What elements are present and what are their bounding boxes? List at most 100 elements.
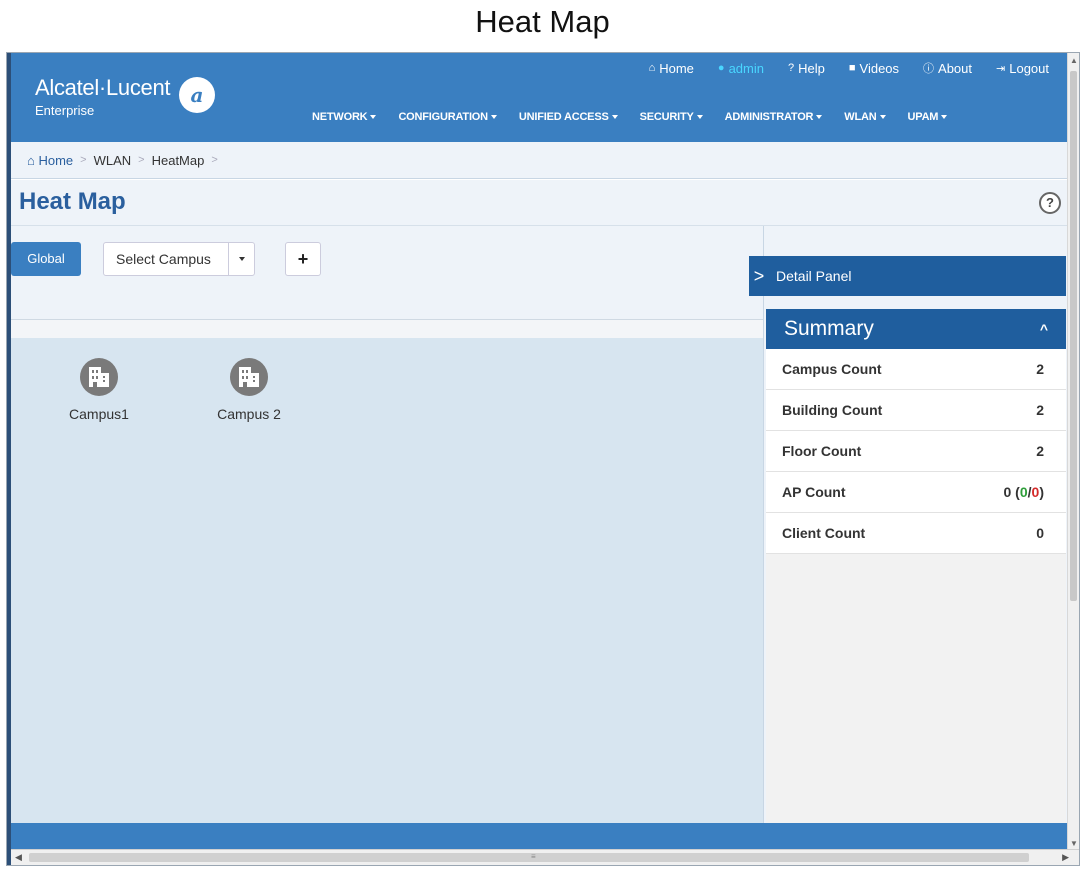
brand[interactable]: Alcatel·Lucent Enterprise (35, 75, 171, 118)
summary-row-client-count: Client Count 0 (766, 513, 1066, 554)
dropdown-toggle[interactable] (228, 243, 254, 275)
global-button[interactable]: Global (11, 242, 81, 276)
top-link-label: About (938, 60, 973, 76)
breadcrumb-separator: > (80, 154, 87, 166)
chevron-up-icon[interactable]: ^ (1040, 321, 1048, 337)
ap-down-count: 0 (1031, 484, 1040, 500)
scroll-down-icon[interactable]: ▼ (1070, 839, 1078, 848)
summary-label: Client Count (782, 525, 866, 541)
summary-section: Summary ^ Campus Count 2 Building Count … (766, 309, 1066, 823)
summary-row-building-count: Building Count 2 (766, 390, 1066, 431)
building-icon (230, 358, 268, 396)
nav-label: ADMINISTRATOR (724, 111, 814, 123)
nav-upam[interactable]: UPAM (897, 111, 959, 123)
breadcrumb-item-wlan[interactable]: WLAN (94, 153, 132, 168)
caret-down-icon (696, 115, 703, 120)
scroll-up-icon[interactable]: ▲ (1070, 56, 1078, 65)
horizontal-scrollbar[interactable]: ◀ ≡ ▶ (11, 849, 1079, 865)
top-link-label: admin (728, 60, 764, 76)
summary-row-floor-count: Floor Count 2 (766, 431, 1066, 472)
summary-label: Campus Count (782, 361, 882, 377)
top-link-label: Home (659, 60, 694, 76)
top-link-help[interactable]: ? Help (776, 60, 837, 76)
toolbar-divider (11, 320, 763, 338)
breadcrumb: ⌂ Home > WLAN > HeatMap > (11, 142, 1069, 179)
logout-icon: ⇥ (996, 62, 1006, 75)
nav-label: NETWORK (312, 111, 368, 123)
summary-label: Building Count (782, 402, 883, 418)
nav-configuration[interactable]: CONFIGURATION (387, 111, 507, 123)
caret-down-icon (490, 115, 497, 120)
info-icon: ⓘ (923, 63, 935, 75)
summary-label: Floor Count (782, 443, 862, 459)
add-campus-button[interactable]: + (285, 242, 321, 276)
video-icon: ■ (848, 62, 856, 74)
top-links: ⌂ Home ● admin ? Help ■ Videos ⓘ About ⇥… (637, 60, 1061, 76)
campus-item[interactable]: Campus 2 (189, 358, 309, 422)
brand-logo-icon: a (179, 77, 215, 113)
title-row: Heat Map ? (11, 180, 1069, 226)
summary-header[interactable]: Summary ^ (766, 309, 1066, 349)
caret-down-icon (879, 115, 886, 120)
campus-label: Campus 2 (217, 406, 281, 422)
breadcrumb-home-label: Home (38, 152, 74, 168)
scroll-thumb[interactable] (29, 853, 1029, 862)
campus-label: Campus1 (69, 406, 129, 422)
summary-value: 0 (1036, 525, 1044, 541)
summary-title: Summary (784, 317, 874, 340)
top-link-user[interactable]: ● admin (706, 60, 776, 76)
nav-wlan[interactable]: WLAN (833, 111, 896, 123)
nav-label: UNIFIED ACCESS (518, 111, 609, 123)
top-link-label: Help (798, 60, 825, 76)
nav-administrator[interactable]: ADMINISTRATOR (714, 111, 834, 123)
building-icon (80, 358, 118, 396)
select-campus-label: Select Campus (116, 251, 211, 267)
nav-network[interactable]: NETWORK (301, 111, 387, 123)
top-link-label: Videos (859, 60, 900, 76)
scroll-left-icon[interactable]: ◀ (15, 852, 22, 863)
summary-value: 2 (1036, 402, 1044, 418)
summary-row-ap-count: AP Count 0 (0/0) (766, 472, 1066, 513)
brand-name: Alcatel·Lucent (35, 75, 171, 100)
summary-table: Campus Count 2 Building Count 2 Floor Co… (766, 349, 1066, 554)
breadcrumb-home[interactable]: ⌂ Home (27, 153, 73, 168)
nav-unified-access[interactable]: UNIFIED ACCESS (508, 111, 629, 123)
footer-bar (11, 823, 1069, 851)
nav-label: UPAM (907, 111, 939, 123)
help-circle-icon[interactable]: ? (1039, 192, 1061, 214)
ap-total: 0 (1003, 484, 1012, 500)
top-link-about[interactable]: ⓘ About (911, 60, 984, 76)
scroll-right-icon[interactable]: ▶ (1062, 852, 1069, 863)
select-campus-dropdown[interactable]: Select Campus (103, 242, 255, 276)
vertical-scrollbar[interactable]: ▲ ▼ (1067, 53, 1079, 851)
top-link-logout[interactable]: ⇥ Logout (984, 60, 1061, 76)
detail-panel: > Detail Panel Summary ^ Campus Count 2 … (749, 226, 1069, 823)
top-link-videos[interactable]: ■ Videos (837, 60, 911, 76)
main-nav: NETWORK CONFIGURATION UNIFIED ACCESS SEC… (301, 111, 958, 123)
ap-up-count: 0 (1019, 484, 1028, 500)
breadcrumb-separator: > (211, 154, 218, 166)
caret-down-icon (238, 257, 245, 261)
summary-value: 2 (1036, 361, 1044, 377)
top-link-home[interactable]: ⌂ Home (637, 60, 706, 76)
map-canvas[interactable]: Campus1 Campus 2 (11, 338, 763, 823)
breadcrumb-separator: > (138, 154, 145, 166)
nav-security[interactable]: SECURITY (629, 111, 714, 123)
breadcrumb-item-heatmap: HeatMap (151, 152, 205, 168)
caret-down-icon (941, 115, 948, 120)
app-header: Alcatel·Lucent Enterprise a ⌂ Home ● adm… (11, 53, 1069, 142)
app-window: Alcatel·Lucent Enterprise a ⌂ Home ● adm… (6, 52, 1080, 866)
detail-panel-header[interactable]: Detail Panel (766, 256, 1066, 296)
map-toolbar: Global Select Campus + (11, 226, 763, 320)
caret-down-icon (370, 115, 377, 120)
brand-subtitle: Enterprise (35, 103, 95, 118)
page-title: Heat Map (19, 188, 126, 215)
user-icon: ● (717, 62, 725, 74)
summary-row-campus-count: Campus Count 2 (766, 349, 1066, 390)
scroll-thumb[interactable] (1070, 71, 1077, 601)
caret-down-icon (816, 115, 823, 120)
nav-label: SECURITY (639, 111, 694, 123)
home-icon: ⌂ (648, 62, 656, 74)
campus-item[interactable]: Campus1 (39, 358, 159, 422)
nav-label: CONFIGURATION (398, 111, 488, 123)
